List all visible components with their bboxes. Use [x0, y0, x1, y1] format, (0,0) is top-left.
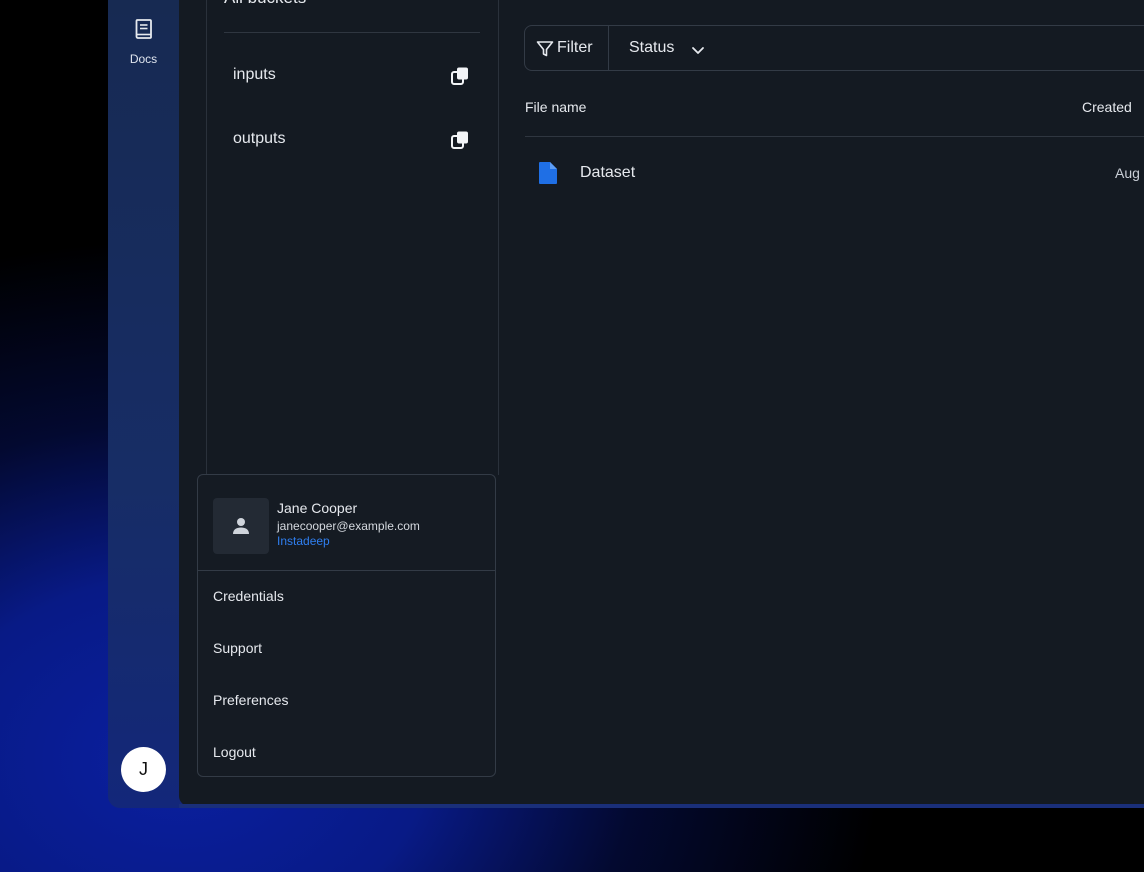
user-organization-link[interactable]: Instadeep: [277, 534, 330, 548]
menu-item-support[interactable]: Support: [213, 640, 262, 656]
bucket-name: inputs: [233, 66, 276, 83]
copy-icon[interactable]: [450, 66, 470, 91]
book-icon: [135, 19, 152, 39]
table-row[interactable]: Dataset Aug: [525, 155, 1144, 191]
user-avatar: [213, 498, 269, 554]
user-email: janecooper@example.com: [277, 519, 420, 533]
docs-label: Docs: [129, 52, 158, 66]
copy-icon[interactable]: [450, 130, 470, 155]
file-created: Aug: [1115, 165, 1140, 181]
menu-divider: [198, 570, 495, 571]
bucket-name: outputs: [233, 130, 286, 147]
file-icon: [538, 161, 558, 190]
menu-item-logout[interactable]: Logout: [213, 744, 256, 760]
docs-nav-item[interactable]: Docs: [108, 18, 179, 66]
account-avatar-button[interactable]: J: [121, 747, 166, 792]
user-name: Jane Cooper: [277, 500, 358, 516]
status-dropdown[interactable]: Status: [629, 39, 674, 57]
user-menu-popover: Jane Cooper janecooper@example.com Insta…: [197, 474, 496, 777]
bucket-item-outputs[interactable]: outputs: [224, 120, 480, 160]
menu-item-credentials[interactable]: Credentials: [213, 588, 284, 604]
funnel-icon: [536, 41, 554, 57]
filter-label: Filter: [557, 39, 593, 56]
all-buckets-heading: All buckets: [224, 0, 306, 8]
bucket-item-inputs[interactable]: inputs: [224, 56, 480, 96]
filter-button[interactable]: Filter: [525, 26, 609, 70]
person-icon: [233, 518, 249, 534]
panel-bottom-border: [179, 804, 1144, 808]
column-header-created[interactable]: Created: [1082, 99, 1132, 115]
column-header-file-name[interactable]: File name: [525, 99, 586, 115]
filter-toolbar: Filter Status: [524, 25, 1144, 71]
file-name: Dataset: [580, 164, 636, 181]
menu-item-preferences[interactable]: Preferences: [213, 692, 288, 708]
chevron-down-icon[interactable]: [691, 43, 705, 61]
bucket-divider: [224, 32, 480, 33]
table-header-divider: [525, 136, 1144, 137]
